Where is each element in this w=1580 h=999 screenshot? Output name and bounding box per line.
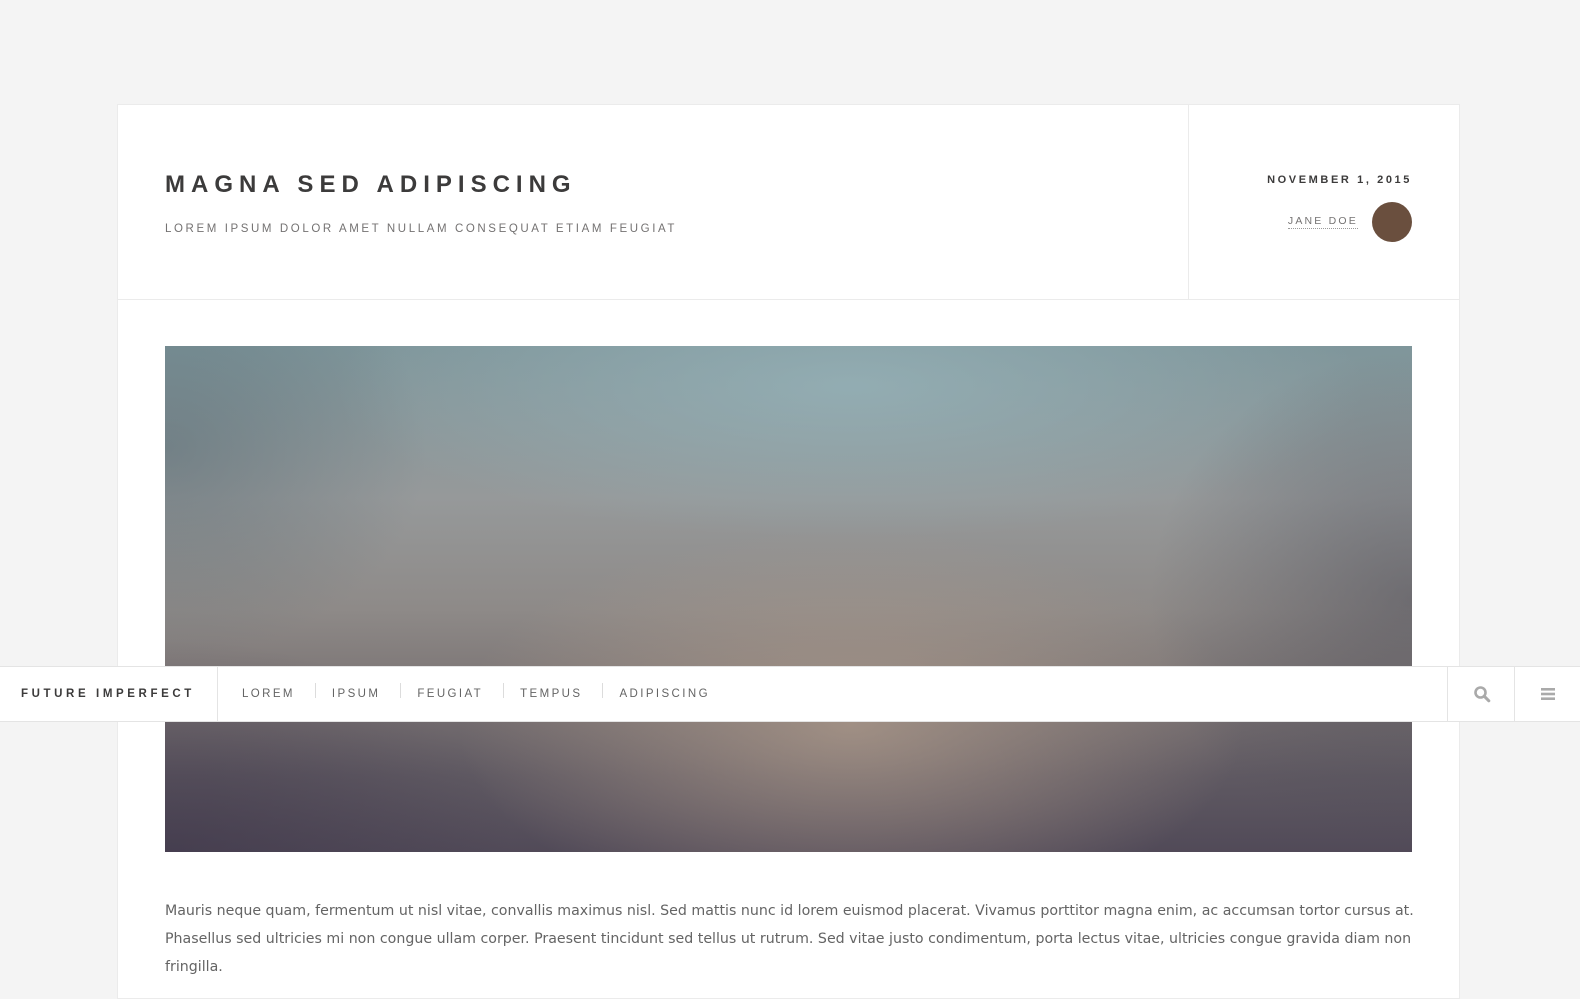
nav-item-tempus: TEMPUS: [483, 687, 582, 702]
nav-link-adipiscing[interactable]: ADIPISCING: [619, 688, 709, 700]
title-block: MAGNA SED ADIPISCING LOREM IPSUM DOLOR A…: [165, 171, 677, 235]
nav-item-ipsum: IPSUM: [295, 687, 380, 702]
top-navbar: FUTURE IMPERFECT LOREM IPSUM FEUGIAT TEM…: [0, 666, 1580, 722]
post-header: MAGNA SED ADIPISCING LOREM IPSUM DOLOR A…: [118, 105, 1459, 300]
post-title[interactable]: MAGNA SED ADIPISCING: [165, 171, 677, 199]
post-subtitle: LOREM IPSUM DOLOR AMET NULLAM CONSEQUAT …: [165, 223, 678, 235]
site-logo-link[interactable]: FUTURE IMPERFECT: [0, 667, 218, 721]
post-body-text: Mauris neque quam, fermentum ut nisl vit…: [165, 903, 1414, 975]
avatar[interactable]: [1372, 202, 1412, 242]
publish-date: NOVEMBER 1, 2015: [1267, 174, 1412, 186]
nav-links: LOREM IPSUM FEUGIAT TEMPUS ADIPISCING: [218, 667, 710, 721]
search-icon: [1473, 686, 1490, 703]
post-meta: NOVEMBER 1, 2015 JANE DOE: [1188, 105, 1459, 299]
author[interactable]: JANE DOE: [1287, 202, 1412, 242]
nav-link-lorem[interactable]: LOREM: [242, 688, 295, 700]
nav-link-ipsum[interactable]: IPSUM: [332, 688, 380, 700]
featured-image[interactable]: [165, 346, 1412, 852]
nav-link-feugiat[interactable]: FEUGIAT: [417, 688, 483, 700]
menu-icon: [1540, 688, 1555, 700]
nav-item-lorem: LOREM: [242, 688, 295, 700]
nav-link-tempus[interactable]: TEMPUS: [520, 688, 582, 700]
author-name-link[interactable]: JANE DOE: [1287, 215, 1358, 229]
nav-item-feugiat: FEUGIAT: [380, 687, 483, 702]
nav-item-adipiscing: ADIPISCING: [582, 687, 709, 702]
post-card: MAGNA SED ADIPISCING LOREM IPSUM DOLOR A…: [117, 104, 1460, 999]
search-button[interactable]: [1447, 667, 1515, 721]
menu-button[interactable]: [1514, 667, 1580, 721]
